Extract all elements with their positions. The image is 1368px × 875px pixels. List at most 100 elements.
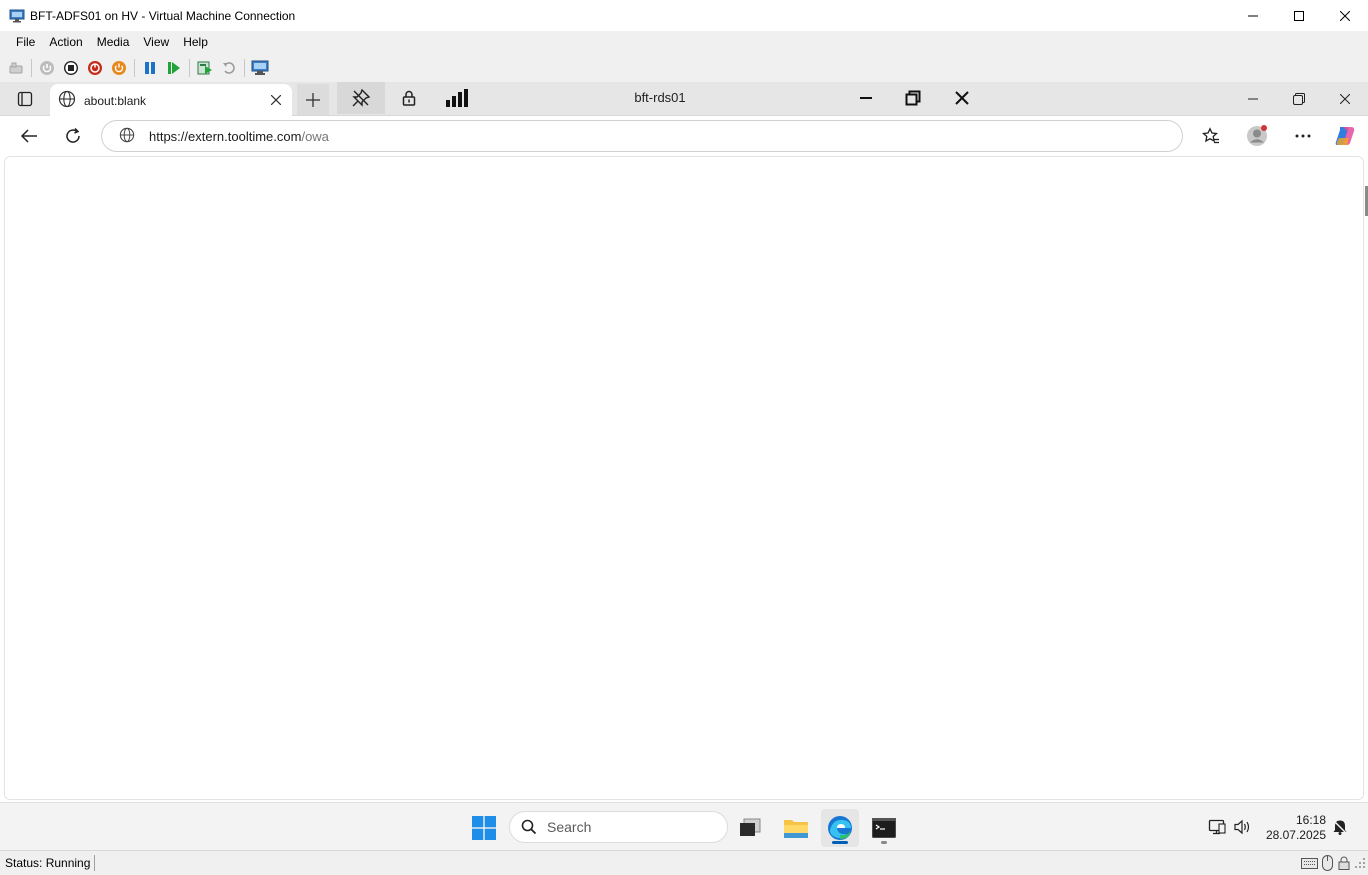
tab-actions-button[interactable] <box>8 87 42 111</box>
toolbar-separator <box>244 59 245 77</box>
checkpoint-icon <box>197 61 212 75</box>
turn-off-button[interactable] <box>59 56 83 80</box>
minimize-icon <box>860 97 872 99</box>
refresh-icon <box>66 127 80 143</box>
url-path: /owa <box>301 128 329 144</box>
taskbar-clock[interactable]: 16:18 28.07.2025 <box>1262 813 1326 843</box>
rdp-restore-button[interactable] <box>893 82 933 114</box>
guest-display: about:blank bft-rds01 https://extern.too… <box>0 82 1368 850</box>
menu-file[interactable]: File <box>9 31 42 54</box>
favorites-button[interactable] <box>1196 122 1226 150</box>
rdp-connection-bar: bft-rds01 <box>329 82 994 114</box>
minimize-button[interactable] <box>1230 0 1276 31</box>
refresh-button[interactable] <box>58 122 88 150</box>
toolbar-separator <box>134 59 135 77</box>
browser-restore-button[interactable] <box>1276 82 1322 116</box>
tab-actions-icon <box>17 91 33 107</box>
turn-off-icon <box>64 61 78 75</box>
toolbar-separator <box>31 59 32 77</box>
save-icon <box>112 61 126 75</box>
new-tab-button[interactable] <box>297 84 329 115</box>
maximize-button[interactable] <box>1276 0 1322 31</box>
rdp-host-title: bft-rds01 <box>634 90 686 105</box>
menu-bar: File Action Media View Help <box>0 31 1368 54</box>
ctrl-alt-del-button[interactable] <box>4 56 28 80</box>
network-tray-icon[interactable] <box>1206 817 1228 837</box>
folder-icon <box>784 820 808 838</box>
signal-strength-icon[interactable] <box>443 82 471 114</box>
rdp-close-button[interactable] <box>942 82 982 114</box>
taskbar-search-box[interactable]: Search <box>509 811 728 843</box>
rdp-minimize-button[interactable] <box>846 82 886 114</box>
favorites-star-icon <box>1202 127 1219 144</box>
minimize-icon <box>1248 98 1258 100</box>
resume-button[interactable] <box>162 56 186 80</box>
mouse-icon <box>1322 855 1333 871</box>
shutdown-button[interactable] <box>83 56 107 80</box>
task-view-icon <box>740 818 761 836</box>
clock-date: 28.07.2025 <box>1265 828 1326 842</box>
copilot-icon <box>1335 127 1355 145</box>
search-icon <box>521 819 537 835</box>
plus-icon <box>306 92 320 107</box>
search-placeholder: Search <box>547 819 592 835</box>
copilot-button[interactable] <box>1330 122 1360 150</box>
back-button[interactable] <box>14 122 44 150</box>
restore-icon <box>905 90 921 106</box>
shutdown-icon <box>88 61 102 75</box>
vm-status-text: Status: Running <box>5 856 91 870</box>
edge-taskbar-button[interactable] <box>821 809 859 847</box>
avatar-icon <box>1247 125 1267 146</box>
notification-bell-icon[interactable] <box>1329 817 1351 837</box>
vm-title-bar: BFT-ADFS01 on HV - Virtual Machine Conne… <box>0 0 1368 31</box>
browser-close-button[interactable] <box>1322 82 1368 116</box>
toolbar-separator <box>189 59 190 77</box>
start-button[interactable] <box>35 56 59 80</box>
web-page-content[interactable] <box>4 156 1364 800</box>
browser-tab-strip: about:blank bft-rds01 <box>0 82 1368 117</box>
running-app-indicator <box>881 841 887 844</box>
minimize-icon <box>1248 15 1258 16</box>
pin-button[interactable] <box>337 82 385 114</box>
vm-toolbar <box>0 54 1368 82</box>
browser-window-controls <box>1230 82 1368 116</box>
close-icon <box>1340 10 1350 21</box>
status-separator <box>94 855 95 871</box>
menu-help[interactable]: Help <box>176 31 215 54</box>
start-menu-button[interactable] <box>465 809 503 847</box>
url-text: https://extern.tooltime.com/owa <box>149 129 329 144</box>
browser-minimize-button[interactable] <box>1230 82 1276 116</box>
menu-view[interactable]: View <box>136 31 176 54</box>
settings-more-button[interactable] <box>1288 122 1318 150</box>
browser-tab[interactable]: about:blank <box>50 84 292 117</box>
menu-media[interactable]: Media <box>90 31 137 54</box>
resume-icon <box>168 62 180 74</box>
enhanced-session-button[interactable] <box>248 56 272 80</box>
close-icon <box>1340 94 1350 104</box>
lock-icon <box>397 82 421 114</box>
resize-grip-icon[interactable] <box>1354 855 1366 871</box>
taskbar: Search 16:18 28.07.2025 <box>0 802 1368 850</box>
menu-action[interactable]: Action <box>42 31 89 54</box>
profile-button[interactable] <box>1242 122 1272 150</box>
lock-status-icon <box>1338 855 1350 871</box>
site-info-icon[interactable] <box>119 127 135 146</box>
address-bar[interactable]: https://extern.tooltime.com/owa <box>101 120 1183 152</box>
close-button[interactable] <box>1322 0 1368 31</box>
checkpoint-button[interactable] <box>193 56 217 80</box>
globe-icon <box>58 90 76 111</box>
revert-button[interactable] <box>217 56 241 80</box>
active-app-indicator <box>832 841 848 844</box>
task-view-button[interactable] <box>731 809 769 847</box>
save-button[interactable] <box>107 56 131 80</box>
edge-browser-icon <box>828 816 852 840</box>
back-arrow-icon <box>20 129 37 143</box>
clock-time: 16:18 <box>1295 813 1326 827</box>
ctrl-alt-del-icon <box>9 62 23 74</box>
close-icon <box>955 91 969 105</box>
pause-button[interactable] <box>138 56 162 80</box>
volume-tray-icon[interactable] <box>1231 817 1253 837</box>
terminal-taskbar-button[interactable] <box>865 809 903 847</box>
file-explorer-button[interactable] <box>777 809 815 847</box>
tab-close-button[interactable] <box>268 92 284 108</box>
